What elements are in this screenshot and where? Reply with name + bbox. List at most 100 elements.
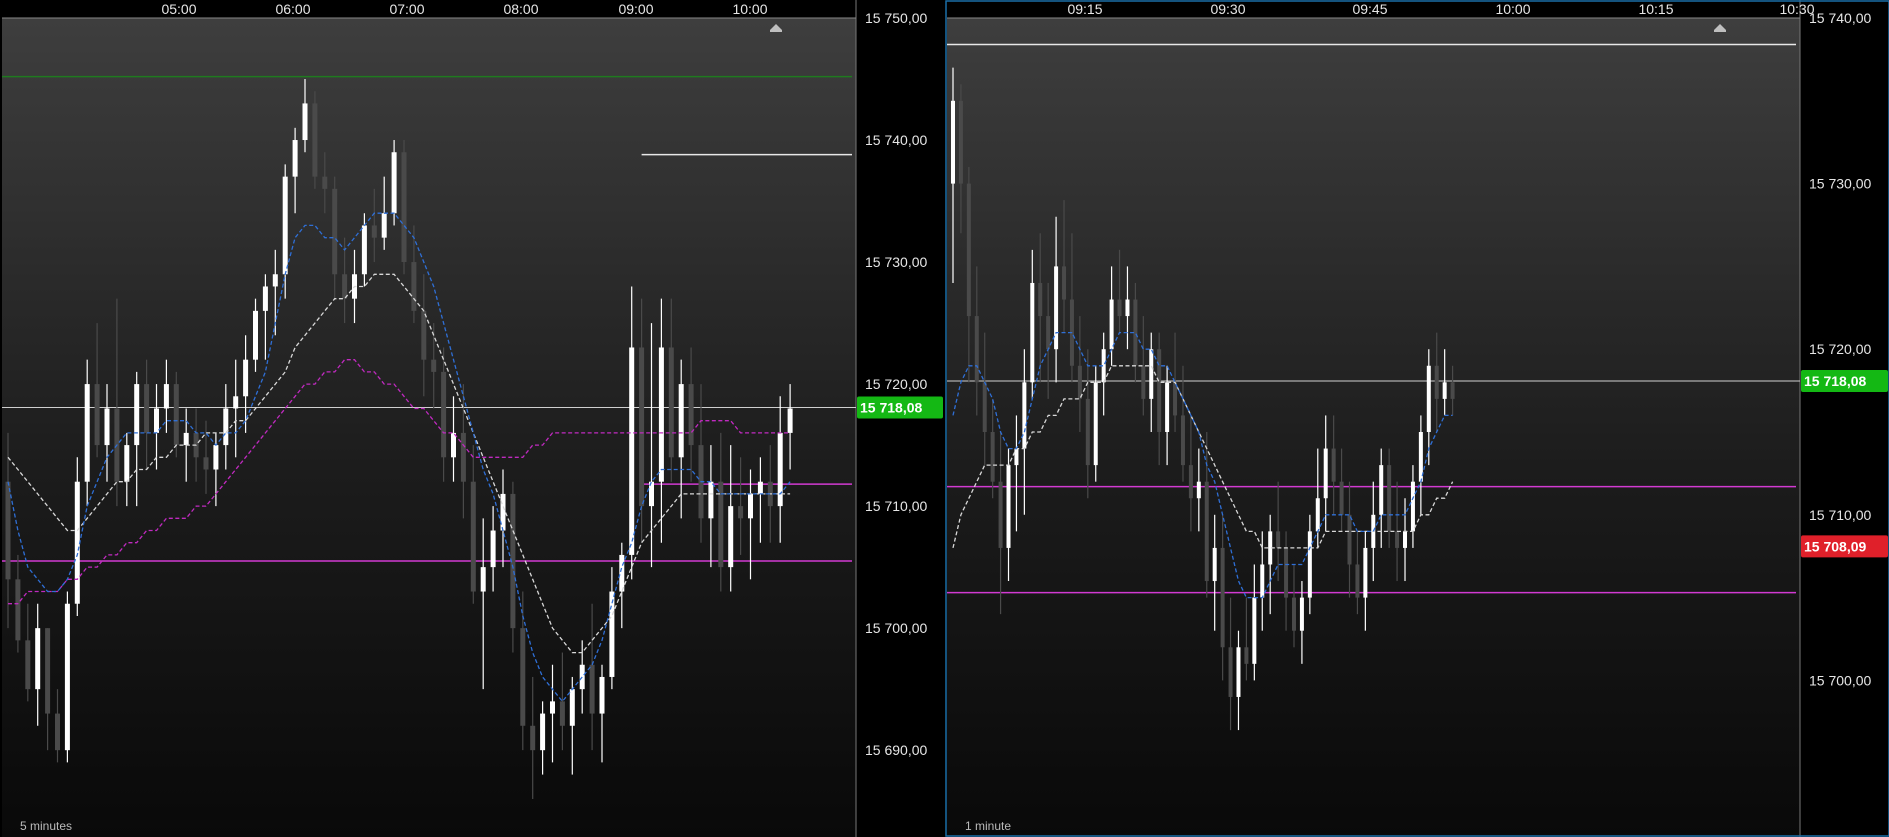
candle-body [1085,398,1090,466]
candle-body [540,713,546,751]
candle-body [312,103,318,177]
candle-body [951,100,955,184]
candle-body [1125,299,1130,317]
candle-body [233,396,239,409]
candle-body [302,103,308,141]
candle-body [748,493,753,519]
candle-body [282,176,288,275]
candle-body [45,628,51,714]
current-price-label: 15 718,08 [1804,373,1866,389]
chart-panel-1min[interactable]: 09:15 09:30 09:45 10:00 10:15 10:30 15 740,00… [945,0,1889,837]
candle-body [124,445,130,482]
candle-body [609,591,615,677]
candle-body [173,384,179,446]
time-tick-label: 09:30 [1210,1,1245,17]
candle-body [1450,382,1455,399]
price-tick-label: 15 730,00 [865,254,927,270]
candle-body [728,506,734,568]
candle-body [1339,481,1344,515]
candle-body [1315,498,1320,532]
candle-body [391,152,397,214]
candle-body [1188,465,1193,499]
candle-body [1117,299,1122,317]
price-axis-panel [1800,0,1889,837]
candle-body [1434,365,1439,399]
candle-body [639,347,645,507]
candle-body [569,689,575,726]
candle-body [55,713,60,751]
candle-body [1291,597,1296,631]
candle-body [1260,564,1265,598]
candle-body [1355,564,1360,598]
candle-body [619,554,625,592]
candle-body [1323,448,1328,499]
candle-body [1410,481,1415,532]
candle-body [1363,547,1368,598]
time-tick-label: 10:15 [1638,1,1673,17]
candle-body [629,347,635,555]
price-tick-label: 15 710,00 [1809,507,1871,523]
candle-body [1109,299,1114,350]
candle-body [322,176,328,189]
candle-body [1220,547,1225,648]
candle-body [1165,382,1170,432]
candle-body [550,701,555,714]
candle-body [1062,266,1067,300]
candle-body [243,359,249,397]
timeframe-label: 5 minutes [20,819,72,833]
time-tick-label: 05:00 [161,1,196,17]
plot-background [947,18,1800,837]
candle-body [599,676,605,714]
candle-body [144,384,150,433]
candle-body [1180,415,1185,466]
candle-body [966,183,971,317]
price-tick-label: 15 730,00 [1809,176,1871,192]
chart-panel-5min[interactable]: 05:00 06:00 07:00 08:00 09:00 10:00 15 750,00… [2,0,944,837]
candle-body [1244,647,1249,664]
candle-body [213,445,219,470]
price-tick-label: 15 710,00 [865,498,927,514]
chart-canvas[interactable]: 05:00 06:00 07:00 08:00 09:00 10:00 15 750,00… [0,0,1889,837]
candle-body [361,225,367,275]
candle-body [1022,382,1027,449]
candle-body [777,432,783,507]
candle-body [1014,448,1019,466]
candle-body [480,567,486,592]
price-tick-label: 15 690,00 [865,742,927,758]
time-tick-label: 09:15 [1067,1,1102,17]
candle-body [1046,316,1051,350]
candle-body [371,225,377,238]
candle-body [253,310,258,360]
price-badges: 15 718,08 [857,396,943,419]
candle-body [500,493,506,531]
candle-body [183,432,189,446]
candle-body [272,274,278,287]
time-tick-label: 10:00 [732,1,767,17]
candle-body [431,359,437,372]
candle-body [35,628,41,690]
candle-body [490,530,496,568]
candle-body [1173,382,1178,416]
candle-body [1442,382,1447,399]
candle-body [460,432,466,482]
candle-body [1006,465,1011,548]
candle-body [134,384,140,446]
candle-body [84,384,90,482]
candle-body [1331,448,1336,482]
candle-body [1149,349,1154,399]
time-axis: 09:15 09:30 09:45 10:00 10:15 10:30 [1067,1,1814,17]
candle-body [163,384,169,409]
candle-body [787,408,793,433]
candle-body [94,384,100,446]
price-tick-label: 15 740,00 [865,132,927,148]
price-tick-label: 15 700,00 [1809,672,1871,688]
candle-body [1212,547,1217,582]
candle-body [104,408,110,446]
candle-body [982,382,987,432]
candle-body [223,408,229,446]
candle-body [1347,514,1352,565]
candle-body [1379,465,1384,515]
candle-body [332,188,338,275]
time-tick-label: 10:00 [1495,1,1530,17]
candle-body [678,384,684,458]
